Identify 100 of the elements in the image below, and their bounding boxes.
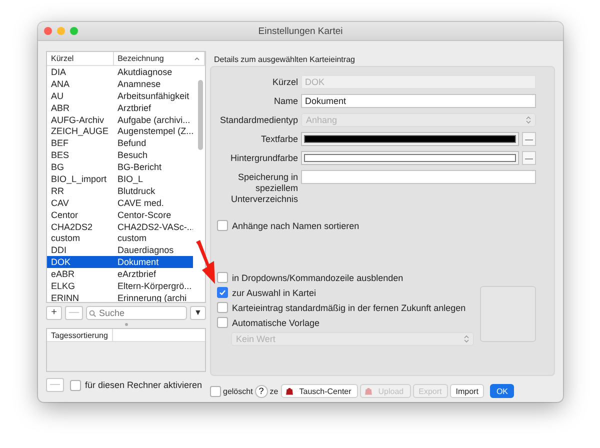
table-row[interactable]: CAV CAVE med. xyxy=(47,196,193,209)
table-row[interactable]: ZEICH_AUGE Augenstempel (Z... xyxy=(47,125,193,138)
zoom-icon[interactable] xyxy=(70,27,78,35)
table-cell-text: Eltern-Körpergrö... xyxy=(116,280,193,291)
checkbox[interactable] xyxy=(217,302,228,313)
field-label: Kürzel xyxy=(271,76,298,88)
table-cell-text: Dokument xyxy=(116,257,160,268)
table-cell-text: CHA2DS2 xyxy=(50,222,94,232)
field-label: Standardmedientyp xyxy=(218,114,298,126)
field-label: Speicherung in speziellem Unterverzeichnis xyxy=(230,171,298,205)
table-cell-text: eABR xyxy=(50,269,76,280)
table-cell-text: Befund xyxy=(116,138,148,148)
table-cell-text: Blutdruck xyxy=(116,186,156,196)
text-field[interactable] xyxy=(301,170,536,184)
table-cell-text: eArztbrief xyxy=(116,269,158,280)
table-cell-text: ANA xyxy=(50,78,71,89)
checkbox-label: Automatische Vorlage xyxy=(232,318,320,328)
table-cell-text: BES xyxy=(50,150,70,160)
table-cell-text: BG xyxy=(50,162,66,172)
search-field[interactable]: Suche xyxy=(86,306,187,320)
table-row[interactable]: AU Arbeitsunfähigkeit xyxy=(47,90,193,102)
table-row[interactable]: eABR eArztbrief xyxy=(47,268,193,280)
table-cell-text: CAVE med. xyxy=(116,198,165,208)
table-cell-text: ERINN xyxy=(50,292,80,302)
table-cell-text: AU xyxy=(50,90,65,101)
sort-icon xyxy=(194,56,200,62)
table-cell-text: RR xyxy=(50,186,65,196)
table-row[interactable]: BIO_L_import BIO_L xyxy=(47,173,193,185)
table-row[interactable]: DIA Akutdiagnose xyxy=(47,66,193,78)
checkbox[interactable] xyxy=(217,287,228,298)
table-row[interactable]: Centor Centor-Score xyxy=(47,208,193,221)
field-label: Hintergrundfarbe xyxy=(229,152,298,164)
scrollbar[interactable] xyxy=(198,80,203,150)
table-cell-text: ELKG xyxy=(50,280,76,291)
add-button[interactable]: + xyxy=(46,306,62,320)
close-icon[interactable] xyxy=(44,27,52,35)
group-title: Details zum ausgewählten Karteieintrag xyxy=(214,55,355,64)
table-row[interactable]: RR Blutdruck xyxy=(47,184,193,197)
table-cell-text: Anamnese xyxy=(116,78,162,89)
table-cell-text: AUFG-Archiv xyxy=(50,114,106,124)
toolbar-button[interactable]: Tausch-Center xyxy=(281,384,358,398)
table-cell-text: ZEICH_AUGE xyxy=(50,126,110,136)
table-cell-text: BG-Bericht xyxy=(116,162,163,172)
checkbox-label: in Dropdowns/Kommandozeile ausblenden xyxy=(232,272,404,282)
table-cell-text: Centor-Score xyxy=(116,210,172,220)
table-cell-text: Augenstempel (Z... xyxy=(116,126,193,136)
table-cell-text: BEF xyxy=(50,138,70,148)
checkbox[interactable] xyxy=(217,272,228,283)
table-cell-text: Centor xyxy=(50,210,80,220)
color-well[interactable] xyxy=(301,132,519,146)
arrow-annotation xyxy=(196,240,216,284)
stepper-icon xyxy=(464,335,469,343)
bag-icon xyxy=(365,387,372,395)
table-row[interactable]: BEF Befund xyxy=(47,137,193,150)
table-row[interactable]: ELKG Eltern-Körpergrö... xyxy=(47,280,193,292)
table-row[interactable]: DOK Dokument xyxy=(47,256,193,268)
checkbox-label: gelöscht xyxy=(223,386,253,396)
toolbar-button[interactable]: OK xyxy=(490,384,514,398)
help-button[interactable]: ? xyxy=(254,384,268,398)
table-row[interactable]: BG BG-Bericht xyxy=(47,161,193,174)
table-row[interactable]: AUFG-Archiv Aufgabe (archivi... xyxy=(47,114,193,126)
column-header[interactable]: Bezeichnung xyxy=(114,52,205,65)
table-cell-text: Arbeitsunfähigkeit xyxy=(116,90,190,101)
table-row[interactable]: DDI Dauerdiagnos xyxy=(47,244,193,256)
table-row[interactable]: ANA Anamnese xyxy=(47,78,193,90)
table-row[interactable]: custom custom xyxy=(47,232,193,244)
column-header[interactable]: Kürzel xyxy=(47,52,114,65)
table-cell-text: BIO_L xyxy=(116,174,144,184)
table-row[interactable]: BES Besuch xyxy=(47,149,193,162)
search-icon xyxy=(89,310,96,317)
toolbar-button[interactable]: Import xyxy=(450,384,484,398)
minimize-icon[interactable] xyxy=(57,27,65,35)
table-cell-text: custom xyxy=(116,233,148,244)
clear-button[interactable]: — xyxy=(522,132,536,146)
checkbox[interactable] xyxy=(70,380,81,390)
table-cell-text: DOK xyxy=(50,257,72,268)
table-cell-text: Akutdiagnose xyxy=(116,66,174,77)
table-cell-text: Aufgabe (archivi... xyxy=(116,114,192,124)
table-cell-text: Dauerdiagnos xyxy=(116,245,175,256)
checkbox[interactable] xyxy=(217,220,228,231)
checkbox-label: zur Auswahl in Kartei xyxy=(232,288,316,298)
table-cell-text: custom xyxy=(50,233,82,244)
clear-button[interactable]: — xyxy=(522,151,536,165)
checkbox[interactable] xyxy=(210,386,221,396)
field-label: Textfarbe xyxy=(260,133,298,145)
table-cell-text: DIA xyxy=(50,66,68,77)
checkbox[interactable] xyxy=(217,317,228,328)
table-cell-text: CAV xyxy=(50,198,70,208)
color-well[interactable] xyxy=(301,151,519,165)
table-cell-text: Besuch xyxy=(116,150,149,160)
splitter-handle[interactable] xyxy=(124,322,128,326)
window-title: Einstellungen Kartei xyxy=(257,26,344,36)
checkbox-label: ze xyxy=(270,386,278,396)
checkbox-label: für diesen Rechner aktivieren xyxy=(85,380,202,390)
stepper-icon xyxy=(526,116,531,124)
table-cell-text: Arztbrief xyxy=(116,102,152,113)
field-label: Name xyxy=(272,95,298,107)
table-row[interactable]: ABR Arztbrief xyxy=(47,102,193,114)
menu-button[interactable]: ▼ xyxy=(190,306,206,320)
text-field[interactable]: Dokument xyxy=(301,94,536,108)
